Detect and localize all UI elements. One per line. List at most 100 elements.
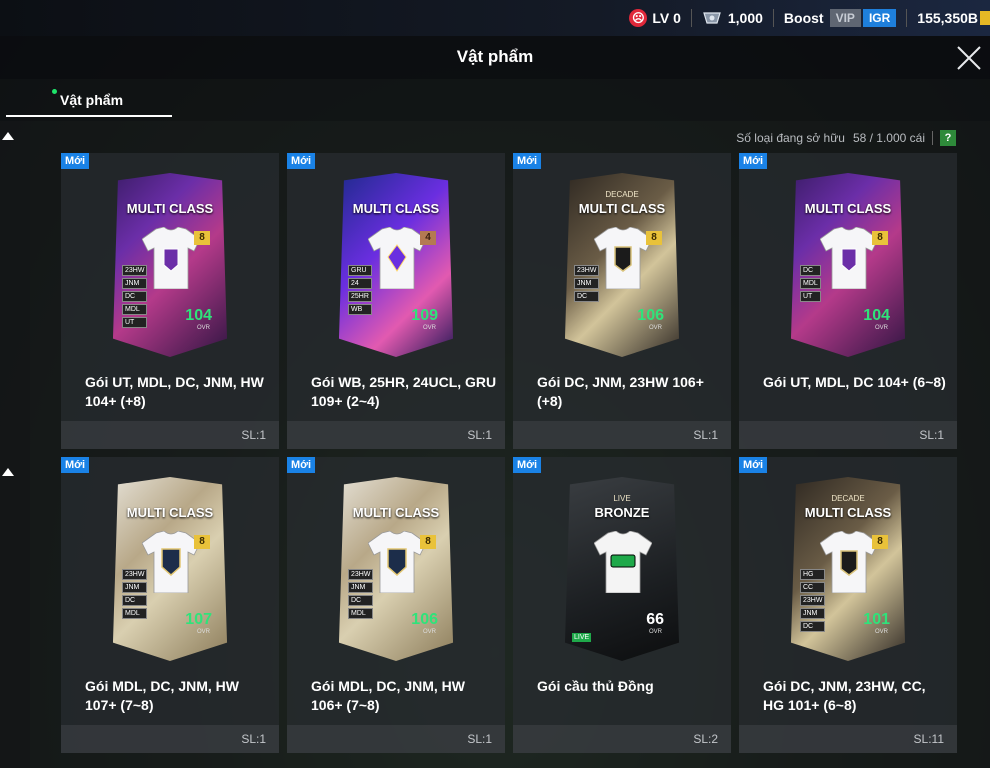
season-tag: MDL (122, 608, 148, 619)
coin-amount: 1,000 (727, 10, 763, 26)
pack-subtitle: LIVE (613, 494, 631, 503)
new-badge: Mới (513, 457, 542, 473)
pack-artwork[interactable]: MULTI CLASS 8 23HW JNM DC MDL 107 OVR (108, 477, 232, 661)
boost-label[interactable]: Boost (784, 10, 824, 26)
pack-card[interactable]: Mới MULTI CLASS 4 GRU 24 25HR WB 109 OVR Gói WB, … (287, 153, 505, 449)
season-tag: 23HW (122, 265, 148, 276)
pack-name: Gói DC, JNM, 23HW, CC, HG 101+ (6~8) (763, 678, 926, 713)
quantity-label: SL:2 (693, 732, 718, 746)
pack-card[interactable]: Mới MULTI CLASS 8 23HW JNM DC MDL 107 OVR Gói MDL… (61, 457, 279, 753)
pack-artwork[interactable]: DECADE MULTI CLASS 8 HG CC 23HW JNM DC 101 OVR (786, 477, 910, 661)
pack-artwork[interactable]: LIVE BRONZE LIVE 66 OVR (560, 477, 684, 661)
divider (772, 9, 774, 27)
pack-card[interactable]: Mới MULTI CLASS 8 23HW JNM DC MDL UT 104 OVR Gói U… (61, 153, 279, 449)
season-tag: CC (800, 582, 826, 593)
season-tag: 23HW (348, 569, 374, 580)
pack-title: MULTI CLASS (804, 505, 892, 520)
divider (932, 131, 933, 145)
upgrade-rank-badge: 8 (646, 231, 662, 245)
quantity-label: SL:1 (467, 732, 492, 746)
ovr-label: OVR (874, 325, 888, 331)
season-tag-list: 23HW JNM DC MDL UT (122, 265, 148, 328)
window-title-bar: Vật phẩm (0, 36, 990, 79)
pack-title: MULTI CLASS (804, 201, 892, 216)
new-badge: Mới (739, 153, 768, 169)
count-value: 58 / 1.000 cái (852, 131, 925, 145)
season-tag: JNM (122, 582, 148, 593)
season-tag-list: HG CC 23HW JNM DC (800, 569, 826, 632)
new-badge: Mới (287, 457, 316, 473)
tab-items[interactable]: Vật phẩm (6, 79, 172, 121)
new-badge: Mới (61, 457, 90, 473)
season-tag-list: 23HW JNM DC MDL (348, 569, 374, 619)
ovr-value: 104 (185, 307, 212, 324)
ovr-label: OVR (648, 325, 662, 331)
season-tag: MDL (348, 608, 374, 619)
season-tag: 23HW (800, 595, 826, 606)
quantity-bar: SL:1 (287, 725, 505, 753)
season-tag: JNM (348, 582, 374, 593)
pack-name: Gói UT, MDL, DC, JNM, HW 104+ (+8) (85, 374, 264, 409)
quantity-label: SL:1 (241, 428, 266, 442)
pack-title: MULTI CLASS (352, 201, 440, 216)
quantity-bar: SL:11 (739, 725, 957, 753)
pack-card-image: MULTI CLASS 8 23HW JNM DC MDL 106 OVR (338, 477, 454, 661)
pack-subtitle: DECADE (831, 494, 865, 503)
season-tag: MDL (800, 278, 821, 289)
season-tag: GRU (348, 265, 372, 276)
pack-artwork[interactable]: DECADE MULTI CLASS 8 23HW JNM DC 106 OVR (560, 173, 684, 357)
pack-card-image: MULTI CLASS 4 GRU 24 25HR WB 109 OVR (338, 173, 454, 357)
window-title: Vật phẩm (456, 47, 534, 66)
quantity-bar: SL:1 (61, 421, 279, 449)
season-tag: DC (574, 291, 600, 302)
pack-card-image: MULTI CLASS 8 23HW JNM DC MDL UT 104 OVR (112, 173, 228, 357)
ut-shirt-icon (141, 226, 201, 290)
pack-card[interactable]: Mới MULTI CLASS 8 23HW JNM DC MDL 106 OVR Gói MDL… (287, 457, 505, 753)
season-tag: DC (122, 291, 148, 302)
tab-label: Vật phẩm (60, 92, 124, 108)
dc-shirt-icon (593, 226, 653, 290)
ovr-value: 66 (646, 611, 664, 628)
upgrade-rank-badge: 8 (194, 535, 210, 549)
season-tag: DC (348, 595, 374, 606)
pack-artwork[interactable]: MULTI CLASS 8 23HW JNM DC MDL UT 104 OVR (108, 173, 232, 357)
quantity-bar: SL:1 (739, 421, 957, 449)
ut-shirt-icon (819, 226, 879, 290)
quantity-label: SL:1 (241, 732, 266, 746)
pack-card[interactable]: Mới DECADE MULTI CLASS 8 HG CC 23HW JNM DC 101 OVR… (739, 457, 957, 753)
scroll-up-arrow-icon[interactable] (2, 468, 14, 476)
tab-active-underline (6, 115, 172, 117)
quantity-bar: SL:1 (287, 421, 505, 449)
close-button[interactable] (948, 36, 990, 79)
season-tag: WB (348, 304, 372, 315)
pack-artwork[interactable]: MULTI CLASS 4 GRU 24 25HR WB 109 OVR (334, 173, 458, 357)
ovr-value: 101 (863, 611, 890, 628)
wb-shirt-icon (367, 226, 427, 290)
pack-card-image: MULTI CLASS 8 23HW JNM DC MDL 107 OVR (112, 477, 228, 661)
pack-card[interactable]: Mới DECADE MULTI CLASS 8 23HW JNM DC 106 OVR Gói … (513, 153, 731, 449)
ovr-label: OVR (422, 629, 436, 635)
quantity-label: SL:1 (693, 428, 718, 442)
close-icon (957, 45, 981, 70)
help-button[interactable]: ? (940, 130, 956, 146)
upgrade-rank-badge: 8 (872, 535, 888, 549)
upgrade-rank-badge: 8 (872, 231, 888, 245)
pack-artwork[interactable]: MULTI CLASS 8 23HW JNM DC MDL 106 OVR (334, 477, 458, 661)
pack-title: BRONZE (594, 505, 650, 520)
ovr-label: OVR (196, 325, 210, 331)
ovr-value: 109 (411, 307, 438, 324)
pack-name: Gói cầu thủ Đồng (537, 678, 654, 694)
season-tag: DC (122, 595, 148, 606)
inventory-count: Số loại đang sở hữu 58 / 1.000 cái ? (736, 129, 956, 147)
new-indicator-dot (52, 89, 57, 94)
season-tag: DC (800, 621, 826, 632)
season-tag: JNM (800, 608, 826, 619)
new-badge: Mới (513, 153, 542, 169)
quantity-label: SL:1 (919, 428, 944, 442)
season-tag: HG (800, 569, 826, 580)
pack-card[interactable]: Mới LIVE BRONZE LIVE 66 OVR Gói cầu thủ Đồng SL… (513, 457, 731, 753)
scroll-up-arrow-icon[interactable] (2, 132, 14, 140)
pack-card[interactable]: Mới MULTI CLASS 8 DC MDL UT 104 OVR Gói UT, MDL,… (739, 153, 957, 449)
pack-artwork[interactable]: MULTI CLASS 8 DC MDL UT 104 OVR (786, 173, 910, 357)
season-tag: DC (800, 265, 821, 276)
